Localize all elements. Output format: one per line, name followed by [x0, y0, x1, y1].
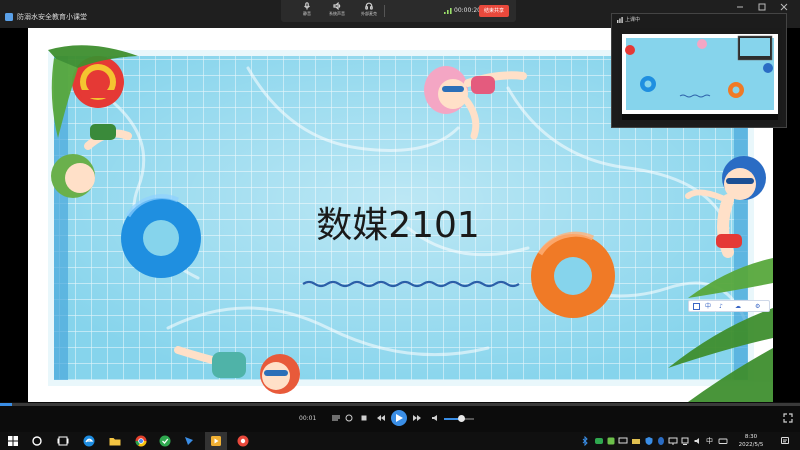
speaker-tray-icon[interactable]	[693, 436, 703, 446]
progress-fill	[0, 403, 12, 406]
clock-time: 8:30	[744, 434, 758, 440]
windows-start-icon[interactable]	[6, 434, 20, 448]
shield-icon[interactable]	[644, 436, 654, 446]
progress-track[interactable]	[0, 403, 800, 406]
headset-icon	[365, 2, 373, 10]
taskbar-clock[interactable]: 8:30 2022/5/5	[736, 433, 766, 449]
preview-thumbnail	[618, 28, 782, 124]
live-preview-window[interactable]: 上课中	[611, 13, 787, 128]
file-explorer-icon[interactable]	[108, 434, 122, 448]
qq-icon[interactable]	[656, 436, 666, 446]
keyboard-icon[interactable]	[718, 436, 728, 446]
volume-knob[interactable]	[458, 415, 465, 422]
mute-label: 静音	[303, 11, 311, 16]
system-sound-label: 系统声音	[329, 11, 345, 16]
fast-forward-icon[interactable]	[411, 413, 423, 423]
microphone-icon	[304, 2, 310, 10]
bluetooth-icon[interactable]	[580, 436, 590, 446]
speaker-icon	[333, 2, 341, 10]
notification-icon[interactable]	[780, 436, 790, 446]
display-icon[interactable]	[668, 436, 678, 446]
recorder-icon[interactable]	[236, 434, 250, 448]
current-time: 00:01	[299, 415, 317, 422]
orange-swim-ring	[531, 231, 615, 318]
feishu-icon[interactable]	[182, 434, 196, 448]
play-icon	[396, 414, 403, 422]
external-mic-button[interactable]: 外部麦克	[354, 2, 384, 20]
minimize-icon[interactable]	[731, 2, 749, 12]
rewind-icon[interactable]	[375, 413, 387, 423]
edge-browser-icon[interactable]	[82, 434, 96, 448]
signal-bars-icon	[617, 17, 623, 23]
media-player-icon[interactable]	[209, 434, 223, 448]
cloud-button[interactable]: ☁	[735, 302, 741, 311]
floating-toolbar[interactable]: 中 ♪ ☁ ⚙	[688, 300, 770, 312]
mute-button[interactable]: 静音	[292, 2, 322, 20]
slide-title: 数媒2101	[316, 205, 480, 246]
ime-indicator[interactable]: 中	[706, 436, 713, 446]
preview-status: 上课中	[625, 17, 641, 23]
stop-icon[interactable]	[358, 413, 370, 423]
volume-icon[interactable]	[430, 413, 442, 423]
sound-toggle[interactable]: ♪	[719, 302, 723, 311]
search-icon[interactable]	[30, 434, 44, 448]
window-title: 防溺水安全教育小课堂	[17, 13, 87, 21]
task-view-icon[interactable]	[56, 434, 70, 448]
resize-icon[interactable]	[693, 303, 700, 310]
recording-elapsed-time: 00:00:20	[454, 7, 481, 14]
green-app-icon[interactable]	[158, 434, 172, 448]
clock-date: 2022/5/5	[738, 442, 764, 448]
app-icon	[5, 13, 13, 21]
green-tray-icon[interactable]	[606, 436, 616, 446]
settings-button[interactable]: ⚙	[755, 302, 760, 311]
toolbar-divider	[384, 5, 385, 17]
playlist-icon[interactable]	[330, 413, 342, 423]
ime-chinese-toggle[interactable]: 中	[705, 302, 711, 311]
external-mic-label: 外部麦克	[361, 11, 377, 16]
chrome-icon[interactable]	[134, 434, 148, 448]
end-share-button[interactable]: 结束共享	[479, 5, 509, 17]
network-icon[interactable]	[680, 436, 690, 446]
close-icon[interactable]	[775, 2, 793, 12]
monitor-tray-icon[interactable]	[618, 436, 628, 446]
loop-icon[interactable]	[343, 413, 355, 423]
screen: 防溺水安全教育小课堂 静音 系统声音 外部麦克 00:00:20 结束共享 数媒…	[0, 0, 800, 450]
folder-tray-icon[interactable]	[631, 436, 641, 446]
system-sound-button[interactable]: 系统声音	[322, 2, 352, 20]
play-button[interactable]	[391, 410, 407, 426]
maximize-icon[interactable]	[753, 2, 771, 12]
signal-icon	[444, 8, 452, 14]
wechat-icon[interactable]	[594, 436, 604, 446]
fullscreen-icon[interactable]	[783, 413, 793, 423]
preview-header: 上课中	[612, 14, 786, 26]
preview-screen	[618, 28, 782, 124]
